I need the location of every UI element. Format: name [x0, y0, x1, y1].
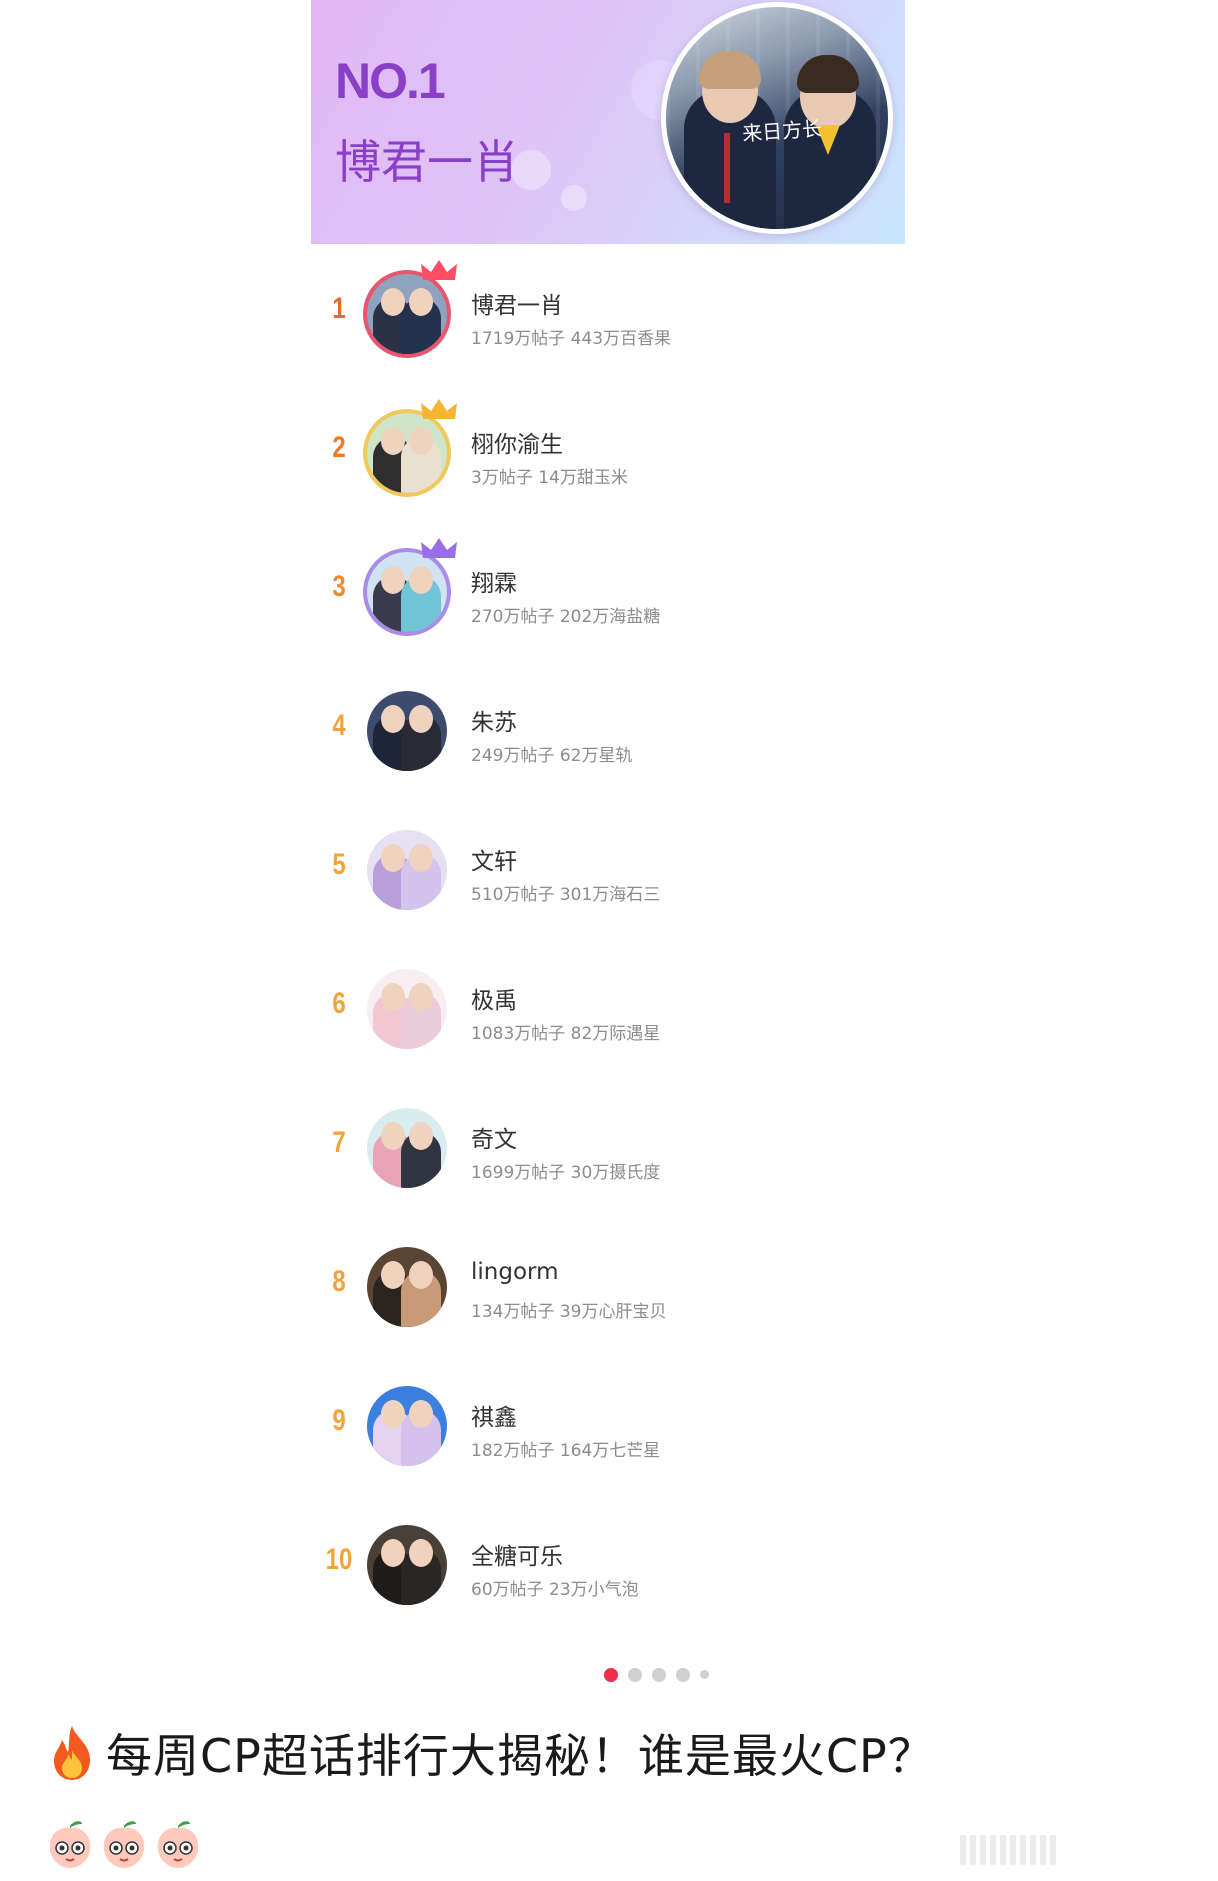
cp-avatar[interactable] [367, 1386, 447, 1466]
avatar-face [381, 983, 405, 1011]
cp-avatar[interactable] [367, 274, 447, 354]
cp-avatar[interactable] [367, 1525, 447, 1605]
cp-stats: 249万帖子 62万星轨 [471, 746, 633, 766]
pager-dot[interactable] [627, 1668, 642, 1682]
pager-dot[interactable] [603, 1668, 618, 1682]
cp-avatar[interactable] [367, 1108, 447, 1188]
rank-number: 5 [332, 848, 346, 881]
cp-stats: 1083万帖子 82万际遇星 [471, 1024, 661, 1044]
crown-icon [421, 399, 457, 419]
ranking-row[interactable]: 5 文轩 510万帖子 301万海石三 [311, 800, 905, 939]
rank-number: 1 [332, 292, 346, 325]
avatar-face [409, 983, 433, 1011]
avatar-face [409, 427, 433, 455]
rank-number: 6 [332, 987, 346, 1020]
cp-avatar[interactable] [367, 552, 447, 632]
fire-icon [54, 1726, 90, 1780]
avatar-face [409, 1539, 433, 1567]
rank-number: 10 [325, 1543, 353, 1576]
pager-dot[interactable] [699, 1670, 709, 1679]
rank-number: 8 [332, 1265, 346, 1298]
ranking-row[interactable]: 1 博君一肖 1719万帖子 443万百香果 [311, 244, 905, 383]
cp-stats: 182万帖子 164万七芒星 [471, 1441, 661, 1461]
post-page: NO.1 博君一肖 来日方长 1 博君一肖 1719万帖子 443万百香果 2 栩你渝生… [0, 0, 1218, 1881]
cp-stats: 1699万帖子 30万摄氏度 [471, 1163, 661, 1183]
cp-name: 栩你渝生 [471, 432, 563, 458]
crown-icon [421, 260, 457, 280]
avatar-face [409, 1400, 433, 1428]
cp-stats: 134万帖子 39万心肝宝贝 [471, 1302, 667, 1322]
cp-avatar[interactable] [367, 1247, 447, 1327]
peach-icon [157, 1821, 199, 1868]
avatar-face [381, 288, 405, 316]
cp-avatar[interactable] [367, 830, 447, 910]
ranking-row[interactable]: 6 极禹 1083万帖子 82万际遇星 [311, 939, 905, 1078]
cp-avatar[interactable] [367, 691, 447, 771]
cp-avatar[interactable] [367, 969, 447, 1049]
avatar-face [409, 844, 433, 872]
cp-name: 朱苏 [471, 710, 517, 736]
ranking-row[interactable]: 8 lingorm 134万帖子 39万心肝宝贝 [311, 1217, 905, 1356]
cp-ranking-card[interactable]: NO.1 博君一肖 来日方长 1 博君一肖 1719万帖子 443万百香果 2 栩你渝生… [311, 0, 905, 1700]
cp-stats: 510万帖子 301万海石三 [471, 885, 661, 905]
cp-name: 博君一肖 [471, 293, 563, 319]
banner-avatar-caption: 来日方长 [741, 116, 823, 146]
cp-stats: 1719万帖子 443万百香果 [471, 329, 672, 349]
caption-text: 每周CP超话排行大揭秘！谁是最火CP？ [106, 1729, 935, 1783]
pager-dot[interactable] [675, 1668, 690, 1682]
avatar-face [381, 427, 405, 455]
ranking-row[interactable]: 2 栩你渝生 3万帖子 14万甜玉米 [311, 383, 905, 522]
peach-icon [103, 1821, 145, 1868]
avatar-face [409, 1261, 433, 1289]
cp-name: 奇文 [471, 1127, 517, 1153]
cp-name: 祺鑫 [471, 1405, 517, 1431]
crown-icon [421, 538, 457, 558]
pager-dots[interactable] [0, 1668, 1218, 1684]
ranking-row[interactable]: 4 朱苏 249万帖子 62万星轨 [311, 661, 905, 800]
avatar-face [381, 1261, 405, 1289]
cp-stats: 3万帖子 14万甜玉米 [471, 468, 628, 488]
ranking-row[interactable]: 7 奇文 1699万帖子 30万摄氏度 [311, 1078, 905, 1217]
avatar-face [409, 288, 433, 316]
avatar-face [381, 1122, 405, 1150]
avatar-face [381, 1539, 405, 1567]
ranking-row[interactable]: 9 祺鑫 182万帖子 164万七芒星 [311, 1356, 905, 1495]
faint-overlay [960, 1830, 1210, 1870]
banner-rank-label: NO.1 [335, 53, 446, 109]
ranking-banner: NO.1 博君一肖 来日方长 [311, 0, 905, 244]
ranking-row[interactable]: 10 全糖可乐 60万帖子 23万小气泡 [311, 1495, 905, 1634]
peach-icon [49, 1821, 91, 1868]
cp-name: lingorm [471, 1259, 559, 1285]
ranking-row[interactable]: 3 翔霖 270万帖子 202万海盐糖 [311, 522, 905, 661]
cp-stats: 60万帖子 23万小气泡 [471, 1580, 639, 1600]
emoji-row [46, 1818, 202, 1870]
banner-avatar: 来日方长 [661, 2, 893, 234]
avatar-face [409, 705, 433, 733]
post-caption: 每周CP超话排行大揭秘！谁是最火CP？ [46, 1720, 1186, 1786]
cp-avatar[interactable] [367, 413, 447, 493]
rank-number: 9 [332, 1404, 346, 1437]
avatar-face [409, 1122, 433, 1150]
rank-number: 3 [332, 570, 346, 603]
figure-tie [724, 133, 730, 203]
banner-cp-name: 博君一肖 [335, 135, 519, 189]
avatar-face [381, 705, 405, 733]
ranking-list: 1 博君一肖 1719万帖子 443万百香果 2 栩你渝生 3万帖子 14万甜玉米 3 翔霖 2… [311, 244, 905, 1634]
cp-stats: 270万帖子 202万海盐糖 [471, 607, 661, 627]
cp-name: 文轩 [471, 849, 517, 875]
avatar-face [409, 566, 433, 594]
rank-number: 7 [332, 1126, 346, 1159]
avatar-face [381, 566, 405, 594]
cp-name: 极禹 [471, 988, 517, 1014]
cp-name: 全糖可乐 [471, 1544, 563, 1570]
pager-dot[interactable] [651, 1668, 666, 1682]
rank-number: 2 [332, 431, 346, 464]
decor-bubble [561, 185, 587, 211]
rank-number: 4 [332, 709, 346, 742]
avatar-face [381, 844, 405, 872]
cp-name: 翔霖 [471, 571, 517, 597]
avatar-face [381, 1400, 405, 1428]
